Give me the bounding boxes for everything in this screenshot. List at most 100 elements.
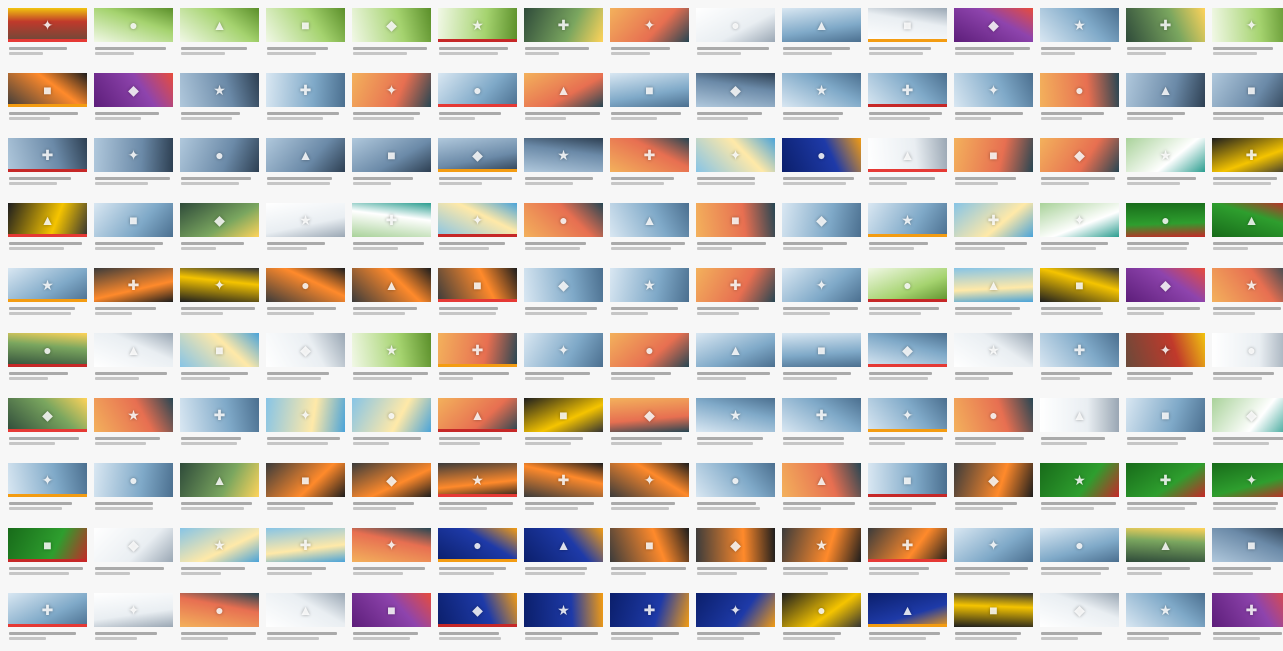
video-card[interactable]: ■	[868, 8, 947, 66]
video-card[interactable]: ●	[696, 8, 775, 66]
video-card[interactable]: ▲	[524, 528, 603, 586]
video-card[interactable]: ▲	[782, 8, 861, 66]
video-thumbnail[interactable]: ●	[94, 8, 173, 42]
video-card[interactable]: ★	[352, 333, 431, 391]
video-card[interactable]: ▲	[266, 593, 345, 651]
video-card[interactable]: ▲	[1126, 73, 1205, 131]
video-card[interactable]: ▲	[438, 398, 517, 456]
video-thumbnail[interactable]: ✚	[524, 463, 603, 497]
video-thumbnail[interactable]: ●	[352, 398, 431, 432]
video-thumbnail[interactable]: ▲	[180, 8, 259, 42]
video-thumbnail[interactable]: ■	[782, 333, 861, 367]
video-card[interactable]: ✦	[610, 8, 689, 66]
video-card[interactable]: ✦	[352, 73, 431, 131]
video-card[interactable]: ✦	[1212, 8, 1283, 66]
video-thumbnail[interactable]: ▲	[1040, 398, 1119, 432]
video-card[interactable]: ■	[954, 593, 1033, 651]
video-card[interactable]: ■	[266, 463, 345, 521]
video-thumbnail[interactable]: ■	[266, 463, 345, 497]
video-card[interactable]: ✦	[352, 528, 431, 586]
video-card[interactable]: ✚	[524, 463, 603, 521]
video-thumbnail[interactable]: ●	[8, 333, 87, 367]
video-thumbnail[interactable]: ▲	[8, 203, 87, 237]
video-thumbnail[interactable]: ★	[180, 528, 259, 562]
video-card[interactable]: ◆	[524, 268, 603, 326]
video-thumbnail[interactable]: ■	[610, 73, 689, 107]
video-card[interactable]: ✚	[1212, 138, 1283, 196]
video-thumbnail[interactable]: ◆	[696, 73, 775, 107]
video-card[interactable]: ■	[1040, 268, 1119, 326]
video-thumbnail[interactable]: ★	[1212, 268, 1283, 302]
video-thumbnail[interactable]: ■	[8, 73, 87, 107]
video-thumbnail[interactable]: ●	[782, 593, 861, 627]
video-thumbnail[interactable]: ■	[8, 528, 87, 562]
video-thumbnail[interactable]: ●	[438, 528, 517, 562]
video-thumbnail[interactable]: ■	[868, 463, 947, 497]
video-card[interactable]: ✚	[954, 203, 1033, 261]
video-thumbnail[interactable]: ■	[954, 138, 1033, 172]
video-thumbnail[interactable]: ✦	[1212, 8, 1283, 42]
video-thumbnail[interactable]: ■	[868, 8, 947, 42]
video-card[interactable]: ★	[438, 8, 517, 66]
video-thumbnail[interactable]: ★	[1040, 463, 1119, 497]
video-thumbnail[interactable]: ✚	[94, 268, 173, 302]
video-card[interactable]: ●	[1040, 528, 1119, 586]
video-card[interactable]: ✚	[266, 73, 345, 131]
video-thumbnail[interactable]: ▲	[180, 463, 259, 497]
video-thumbnail[interactable]: ◆	[180, 203, 259, 237]
video-card[interactable]: ●	[954, 398, 1033, 456]
video-card[interactable]: ▲	[610, 203, 689, 261]
video-thumbnail[interactable]: ✦	[180, 268, 259, 302]
video-thumbnail[interactable]: ▲	[954, 268, 1033, 302]
video-card[interactable]: ✦	[1126, 333, 1205, 391]
video-card[interactable]: ✚	[610, 138, 689, 196]
video-card[interactable]: ●	[266, 268, 345, 326]
video-card[interactable]: ■	[696, 203, 775, 261]
video-thumbnail[interactable]: ★	[524, 138, 603, 172]
video-card[interactable]: ●	[180, 593, 259, 651]
video-card[interactable]: ■	[94, 203, 173, 261]
video-card[interactable]: ★	[94, 398, 173, 456]
video-thumbnail[interactable]: ◆	[782, 203, 861, 237]
video-thumbnail[interactable]: ★	[1126, 593, 1205, 627]
video-card[interactable]: ✚	[524, 8, 603, 66]
video-card[interactable]: ■	[438, 268, 517, 326]
video-card[interactable]: ●	[610, 333, 689, 391]
video-thumbnail[interactable]: ◆	[1040, 138, 1119, 172]
video-thumbnail[interactable]: ✦	[352, 73, 431, 107]
video-thumbnail[interactable]: ●	[610, 333, 689, 367]
video-thumbnail[interactable]: ✦	[8, 8, 87, 42]
video-thumbnail[interactable]: ●	[524, 203, 603, 237]
video-card[interactable]: ◆	[1126, 268, 1205, 326]
video-card[interactable]: ■	[180, 333, 259, 391]
video-card[interactable]: ✦	[782, 268, 861, 326]
video-thumbnail[interactable]: ✦	[1212, 463, 1283, 497]
video-thumbnail[interactable]: ▲	[782, 463, 861, 497]
video-card[interactable]: ✦	[696, 138, 775, 196]
video-thumbnail[interactable]: ★	[438, 8, 517, 42]
video-card[interactable]: ★	[180, 73, 259, 131]
video-thumbnail[interactable]: ●	[868, 268, 947, 302]
video-thumbnail[interactable]: ◆	[1126, 268, 1205, 302]
video-card[interactable]: ■	[8, 73, 87, 131]
video-card[interactable]: ■	[1212, 528, 1283, 586]
video-thumbnail[interactable]: ▲	[868, 593, 947, 627]
video-card[interactable]: ★	[868, 203, 947, 261]
video-card[interactable]: ■	[868, 463, 947, 521]
video-card[interactable]: ▲	[868, 593, 947, 651]
video-thumbnail[interactable]: ✦	[1040, 203, 1119, 237]
video-thumbnail[interactable]: ■	[180, 333, 259, 367]
video-thumbnail[interactable]: ✦	[696, 138, 775, 172]
video-thumbnail[interactable]: ★	[696, 398, 775, 432]
video-card[interactable]: ●	[782, 138, 861, 196]
video-card[interactable]: ▲	[782, 463, 861, 521]
video-thumbnail[interactable]: ▲	[438, 398, 517, 432]
video-card[interactable]: ✚	[782, 398, 861, 456]
video-card[interactable]: ✚	[8, 593, 87, 651]
video-thumbnail[interactable]: ✦	[610, 463, 689, 497]
video-thumbnail[interactable]: ■	[438, 268, 517, 302]
video-card[interactable]: ●	[352, 398, 431, 456]
video-card[interactable]: ◆	[1040, 138, 1119, 196]
video-thumbnail[interactable]: ✚	[1212, 138, 1283, 172]
video-card[interactable]: ★	[782, 528, 861, 586]
